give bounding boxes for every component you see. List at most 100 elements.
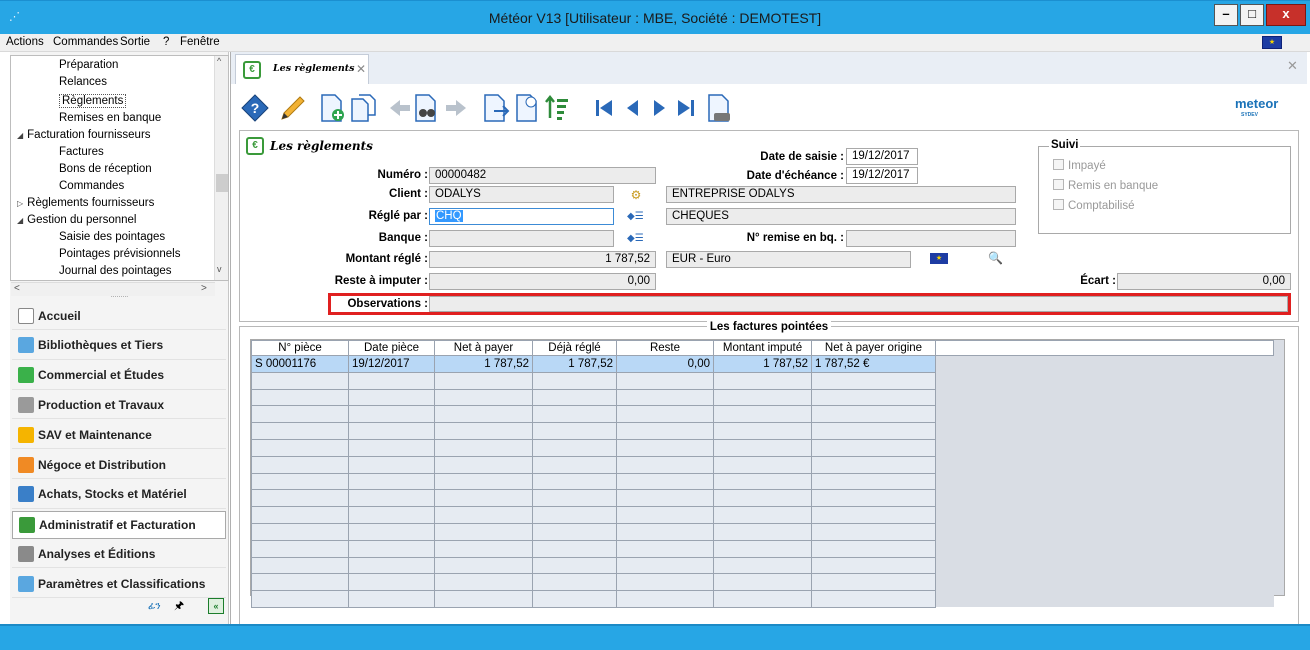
tree-item[interactable]: Relances (59, 76, 107, 88)
no-remise-field[interactable] (846, 230, 1016, 247)
table-row[interactable] (251, 573, 1274, 592)
nav-button[interactable]: Négoce et Distribution (12, 451, 226, 479)
tree-item[interactable]: ◢ Gestion du personnel (17, 214, 136, 226)
tree-expander-icon[interactable]: ◢ (17, 131, 23, 140)
nav-button[interactable]: Paramètres et Classifications (12, 570, 226, 599)
column-header[interactable]: N° pièce (251, 340, 349, 356)
montant-field[interactable]: 1 787,52 (429, 251, 656, 268)
tree-item[interactable]: Pointages prévisionnels (59, 248, 180, 260)
tree-expander-icon[interactable]: ◢ (17, 216, 23, 225)
close-button[interactable]: x (1266, 4, 1306, 26)
nav-button[interactable]: Achats, Stocks et Matériel (12, 481, 226, 509)
column-header[interactable]: Date pièce (348, 340, 435, 356)
date-echeance-field[interactable]: 19/12/2017 (846, 167, 918, 184)
scroll-left-icon[interactable]: < (14, 283, 20, 294)
regle-par-field[interactable]: CHQ (429, 208, 614, 225)
tree-item[interactable]: Journal des pointages (59, 265, 172, 277)
duplicate-icon[interactable] (349, 92, 379, 124)
pin-icon[interactable]: 🖈 (174, 600, 184, 612)
devise-search-icon[interactable]: 🔍 (988, 251, 1003, 265)
nav-button[interactable]: SAV et Maintenance (12, 421, 226, 450)
menu-commandes[interactable]: Commandes (53, 36, 118, 48)
table-row[interactable] (251, 556, 1274, 575)
tab-reglements[interactable]: € Les règlements ✕ (235, 54, 369, 84)
scroll-up-icon[interactable]: ^ (217, 56, 221, 66)
regle-par-list-icon[interactable]: ◆☰ (627, 210, 644, 224)
menu-fenetre[interactable]: Fenêtre (180, 36, 220, 48)
scroll-thumb[interactable] (216, 174, 228, 192)
last-record-icon[interactable] (675, 92, 697, 124)
eu-flag-icon[interactable]: ★ (1262, 36, 1282, 49)
column-header[interactable]: Net à payer origine (811, 340, 936, 356)
collapse-sidebar-button[interactable]: « (208, 598, 224, 614)
banque-list-icon[interactable]: ◆☰ (627, 232, 644, 246)
column-header[interactable]: Montant imputé (713, 340, 812, 356)
client-code-field[interactable]: ODALYS (429, 186, 614, 203)
table-row[interactable] (251, 522, 1274, 541)
date-saisie-field[interactable]: 19/12/2017 (846, 148, 918, 165)
tree-item[interactable]: Factures (59, 146, 104, 158)
sidebar-splitter[interactable]: ......... (10, 292, 229, 300)
previous-arrow-icon[interactable] (387, 92, 413, 124)
table-row[interactable] (251, 539, 1274, 558)
column-header[interactable]: Net à payer (434, 340, 533, 356)
tree-item[interactable]: Règlements (59, 94, 127, 108)
tree-item[interactable]: Saisie des pointages (59, 231, 165, 243)
table-row[interactable] (251, 489, 1274, 508)
next-arrow-icon[interactable] (443, 92, 469, 124)
meteor-logo-icon[interactable]: ፊን (148, 601, 161, 612)
column-header[interactable]: Reste (616, 340, 714, 356)
table-row[interactable]: S 00001176 19/12/2017 1 787,52 1 787,52 0,00… (251, 355, 1274, 373)
menu-sortie[interactable]: Sortie (120, 36, 150, 48)
tree-item[interactable]: Préparation (59, 59, 118, 71)
help-icon[interactable]: ? (239, 92, 271, 124)
table-row[interactable] (251, 455, 1274, 474)
tree-item[interactable]: ▷ Règlements fournisseurs (17, 197, 154, 209)
numero-field[interactable]: 00000482 (429, 167, 656, 184)
column-header[interactable]: Déjà réglé (532, 340, 617, 356)
nav-button[interactable]: Commercial et Études (12, 362, 226, 390)
tab-close-icon[interactable]: ✕ (356, 62, 366, 76)
observations-field[interactable] (429, 296, 1288, 312)
tree-item[interactable]: Commandes (59, 180, 124, 192)
scroll-down-icon[interactable]: v (217, 264, 222, 274)
tree-item[interactable]: ◢ Facturation fournisseurs (17, 129, 151, 141)
filter-document-icon[interactable] (513, 92, 543, 124)
nav-button[interactable]: Production et Travaux (12, 391, 226, 420)
menu-help[interactable]: ? (163, 36, 169, 48)
table-row[interactable] (251, 371, 1274, 390)
comptabilise-checkbox[interactable]: Comptabilisé (1053, 199, 1134, 212)
maximize-button[interactable]: □ (1240, 4, 1264, 26)
export-document-icon[interactable] (481, 92, 511, 124)
search-binoculars-icon[interactable] (413, 92, 441, 124)
tree-item[interactable]: Remises en banque (59, 112, 161, 124)
new-document-icon[interactable] (317, 92, 347, 124)
nav-button[interactable]: Analyses et Éditions (12, 540, 226, 569)
table-row[interactable] (251, 590, 1274, 608)
nav-button[interactable]: Accueil (12, 302, 226, 330)
table-row[interactable] (251, 472, 1274, 491)
table-row[interactable] (251, 506, 1274, 524)
table-row[interactable] (251, 405, 1274, 424)
nav-button[interactable]: Administratif et Facturation (12, 510, 226, 539)
print-document-icon[interactable] (705, 92, 735, 124)
table-row[interactable] (251, 422, 1274, 440)
scroll-right-icon[interactable]: > (201, 283, 207, 294)
nav-button[interactable]: Bibliothèques et Tiers (12, 332, 226, 360)
tree-expander-icon[interactable]: ▷ (17, 199, 23, 208)
table-row[interactable] (251, 438, 1274, 457)
edit-pencil-icon[interactable] (277, 92, 307, 124)
close-all-tabs-icon[interactable]: ✕ (1287, 58, 1298, 74)
banque-field[interactable] (429, 230, 614, 247)
first-record-icon[interactable] (593, 92, 615, 124)
previous-record-icon[interactable] (623, 92, 641, 124)
sort-icon[interactable] (543, 92, 571, 124)
remis-en-banque-checkbox[interactable]: Remis en banque (1053, 179, 1158, 192)
tree-item[interactable]: Bons de réception (59, 163, 152, 175)
next-record-icon[interactable] (651, 92, 669, 124)
devise-field[interactable]: EUR - Euro (666, 251, 911, 268)
minimize-button[interactable]: – (1214, 4, 1238, 26)
client-gear-icon[interactable]: ⚙ (629, 188, 643, 202)
impaye-checkbox[interactable]: Impayé (1053, 159, 1106, 172)
table-row[interactable] (251, 388, 1274, 407)
